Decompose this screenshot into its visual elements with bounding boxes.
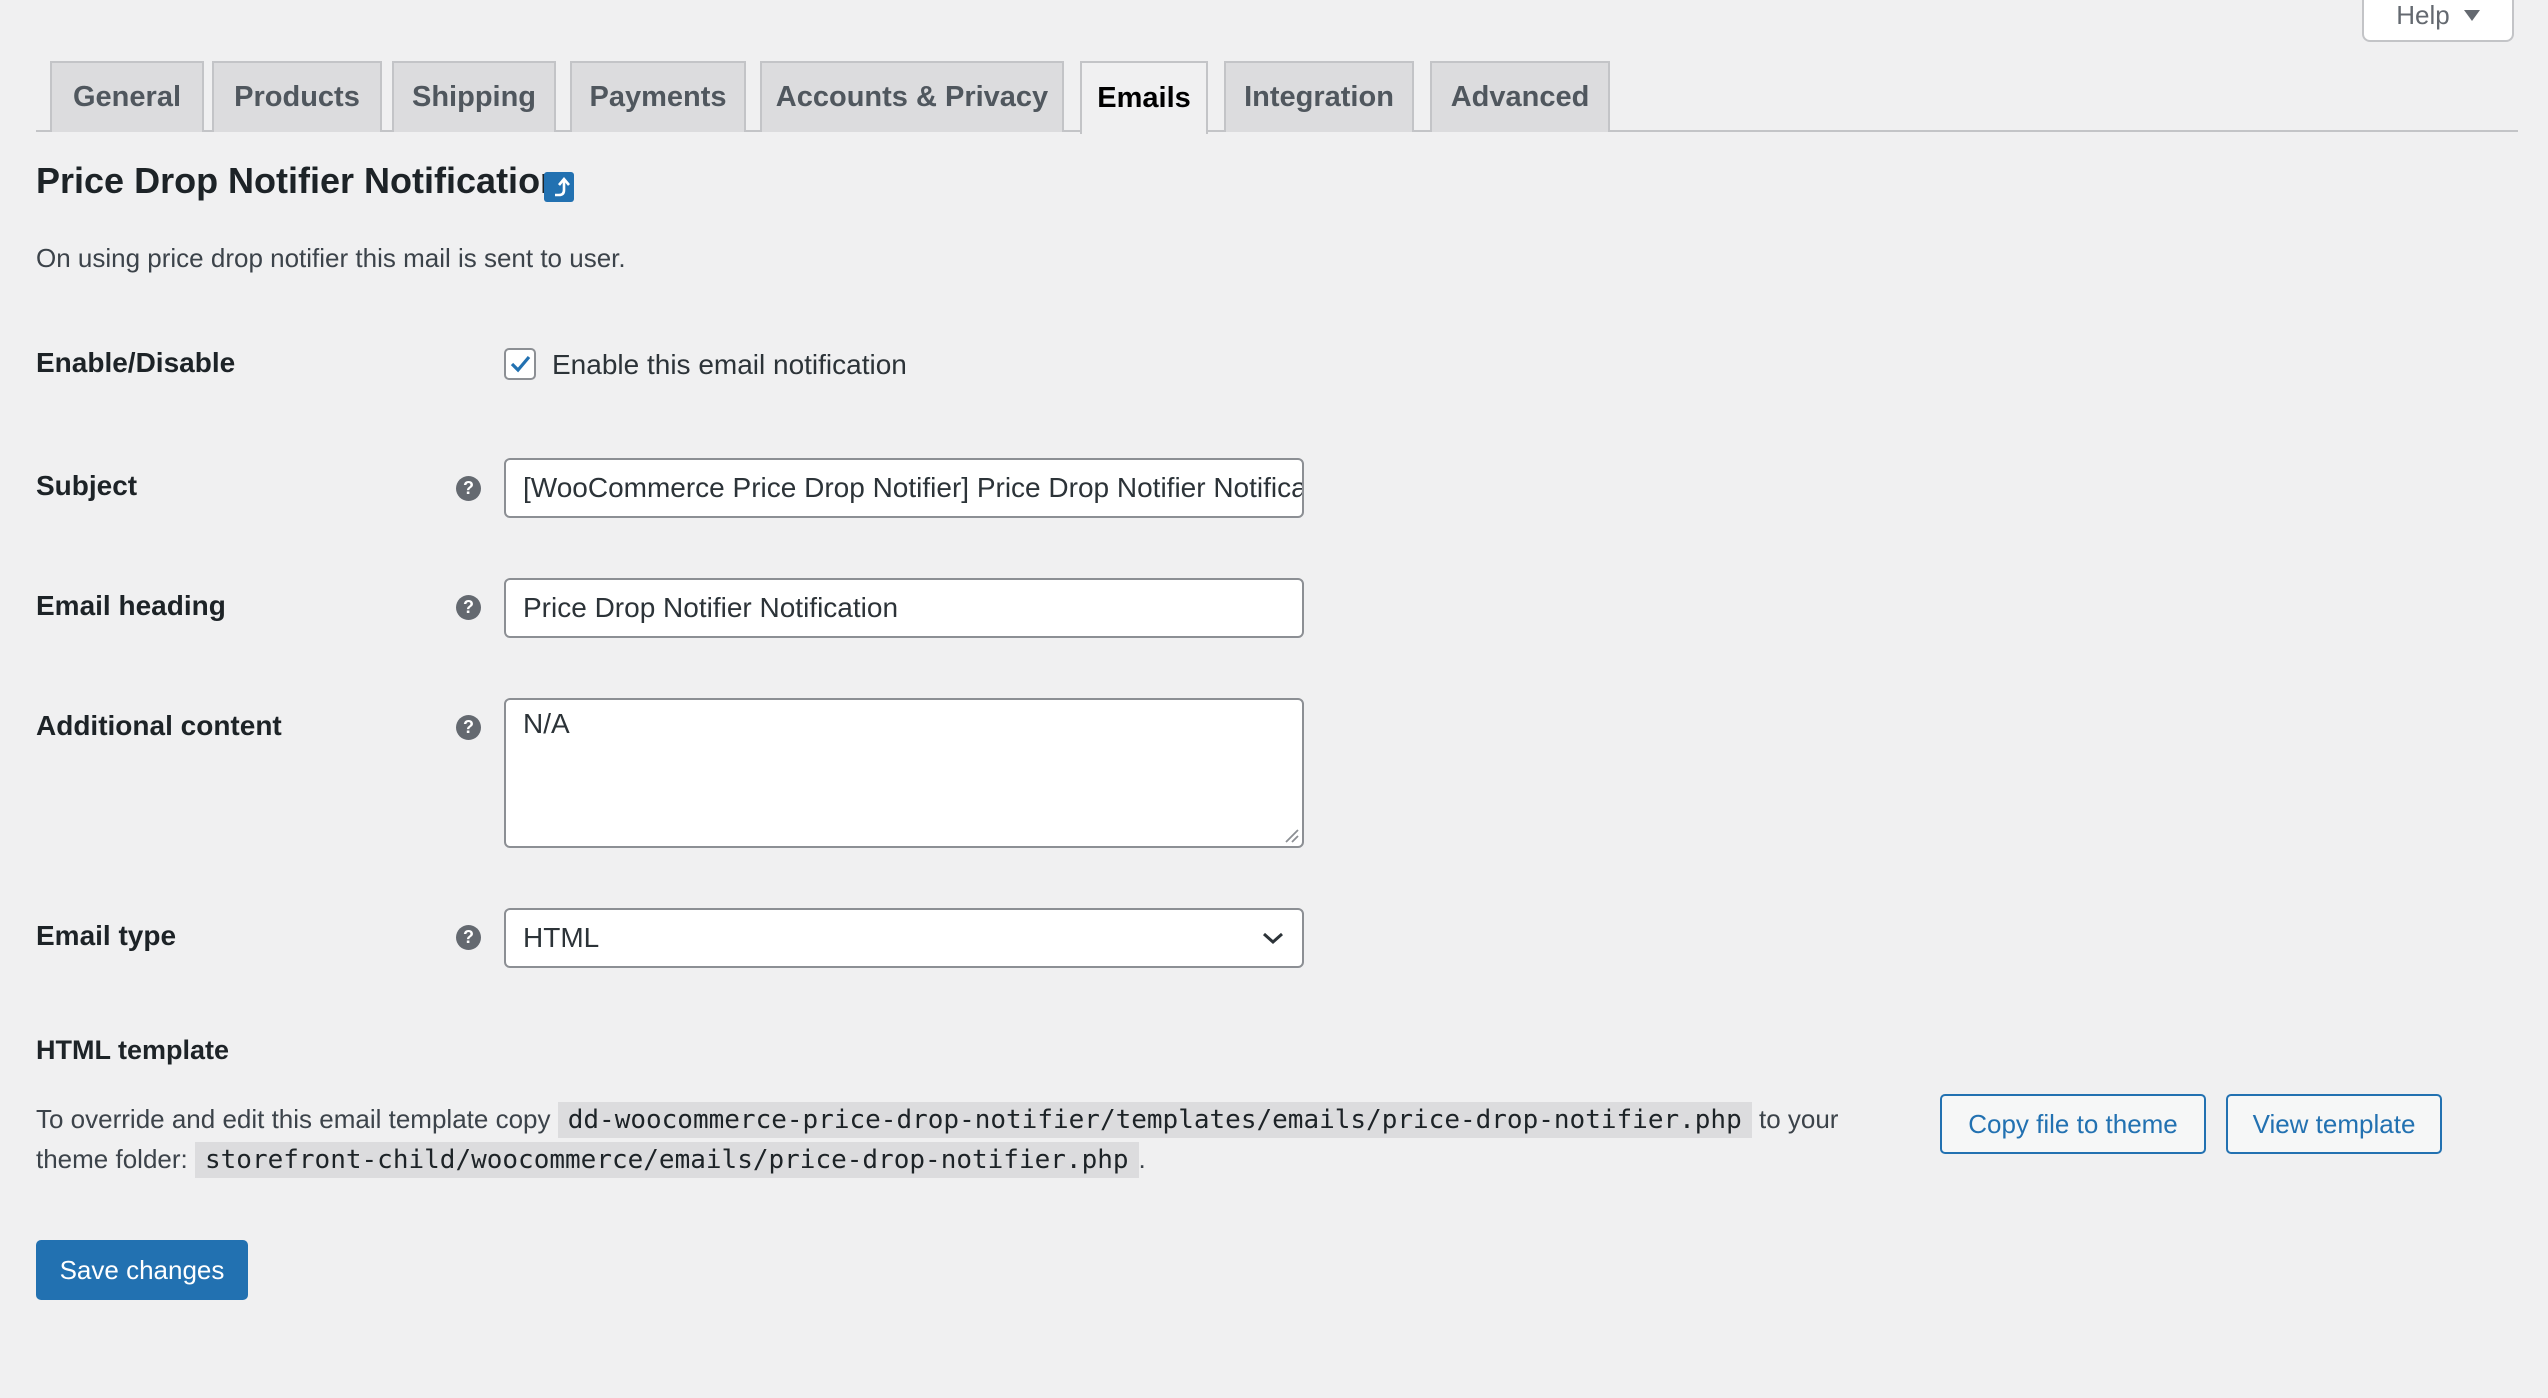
enable-disable-label: Enable/Disable — [36, 347, 236, 378]
enable-checkbox-label[interactable]: Enable this email notification — [552, 349, 907, 381]
tab-integration[interactable]: Integration — [1224, 61, 1414, 132]
tab-products[interactable]: Products — [212, 61, 382, 132]
subject-label: Subject — [36, 470, 138, 501]
template-instructions: To override and edit this email template… — [36, 1100, 1896, 1180]
email-heading-input[interactable]: Price Drop Notifier Notification — [504, 578, 1304, 638]
email-heading-label: Email heading — [36, 590, 226, 621]
settings-page: Help General Products Shipping Payments … — [0, 0, 2548, 1398]
help-tip-icon[interactable]: ? — [456, 715, 481, 740]
tab-shipping[interactable]: Shipping — [392, 61, 556, 132]
email-type-label: Email type — [36, 920, 177, 951]
subject-input[interactable]: [WooCommerce Price Drop Notifier] Price … — [504, 458, 1304, 518]
settings-tabs: General Products Shipping Payments Accou… — [36, 0, 2518, 134]
page-description: On using price drop notifier this mail i… — [36, 243, 626, 273]
view-template-button[interactable]: View template — [2226, 1094, 2442, 1154]
tab-general[interactable]: General — [50, 61, 204, 132]
email-type-select[interactable]: HTML — [504, 908, 1304, 968]
tab-payments[interactable]: Payments — [570, 61, 746, 132]
return-to-emails-icon[interactable] — [544, 172, 574, 202]
template-dest-path: storefront-child/woocommerce/emails/pric… — [194, 1142, 1139, 1178]
tab-accounts-privacy[interactable]: Accounts & Privacy — [760, 61, 1064, 132]
html-template-title: HTML template — [36, 1035, 230, 1065]
copy-file-to-theme-button[interactable]: Copy file to theme — [1940, 1094, 2206, 1154]
resize-handle-icon[interactable] — [1283, 827, 1299, 843]
help-tip-icon[interactable]: ? — [456, 476, 481, 501]
additional-content-label: Additional content — [36, 710, 282, 741]
additional-content-textarea[interactable]: N/A — [504, 698, 1304, 848]
checkmark-icon — [510, 355, 531, 373]
tab-emails[interactable]: Emails — [1080, 61, 1208, 134]
help-tip-icon[interactable]: ? — [456, 595, 481, 620]
template-source-path: dd-woocommerce-price-drop-notifier/templ… — [557, 1102, 1752, 1138]
page-title: Price Drop Notifier Notification — [36, 160, 563, 201]
chevron-down-icon — [1263, 932, 1283, 945]
save-changes-button[interactable]: Save changes — [36, 1240, 248, 1300]
tab-advanced[interactable]: Advanced — [1430, 61, 1610, 132]
template-text-before: To override and edit this email template… — [36, 1104, 551, 1134]
email-type-value: HTML — [523, 922, 600, 953]
additional-content-value: N/A — [523, 708, 570, 739]
template-text-after: . — [1138, 1144, 1146, 1174]
enable-checkbox[interactable] — [504, 348, 536, 380]
help-tip-icon[interactable]: ? — [456, 925, 481, 950]
